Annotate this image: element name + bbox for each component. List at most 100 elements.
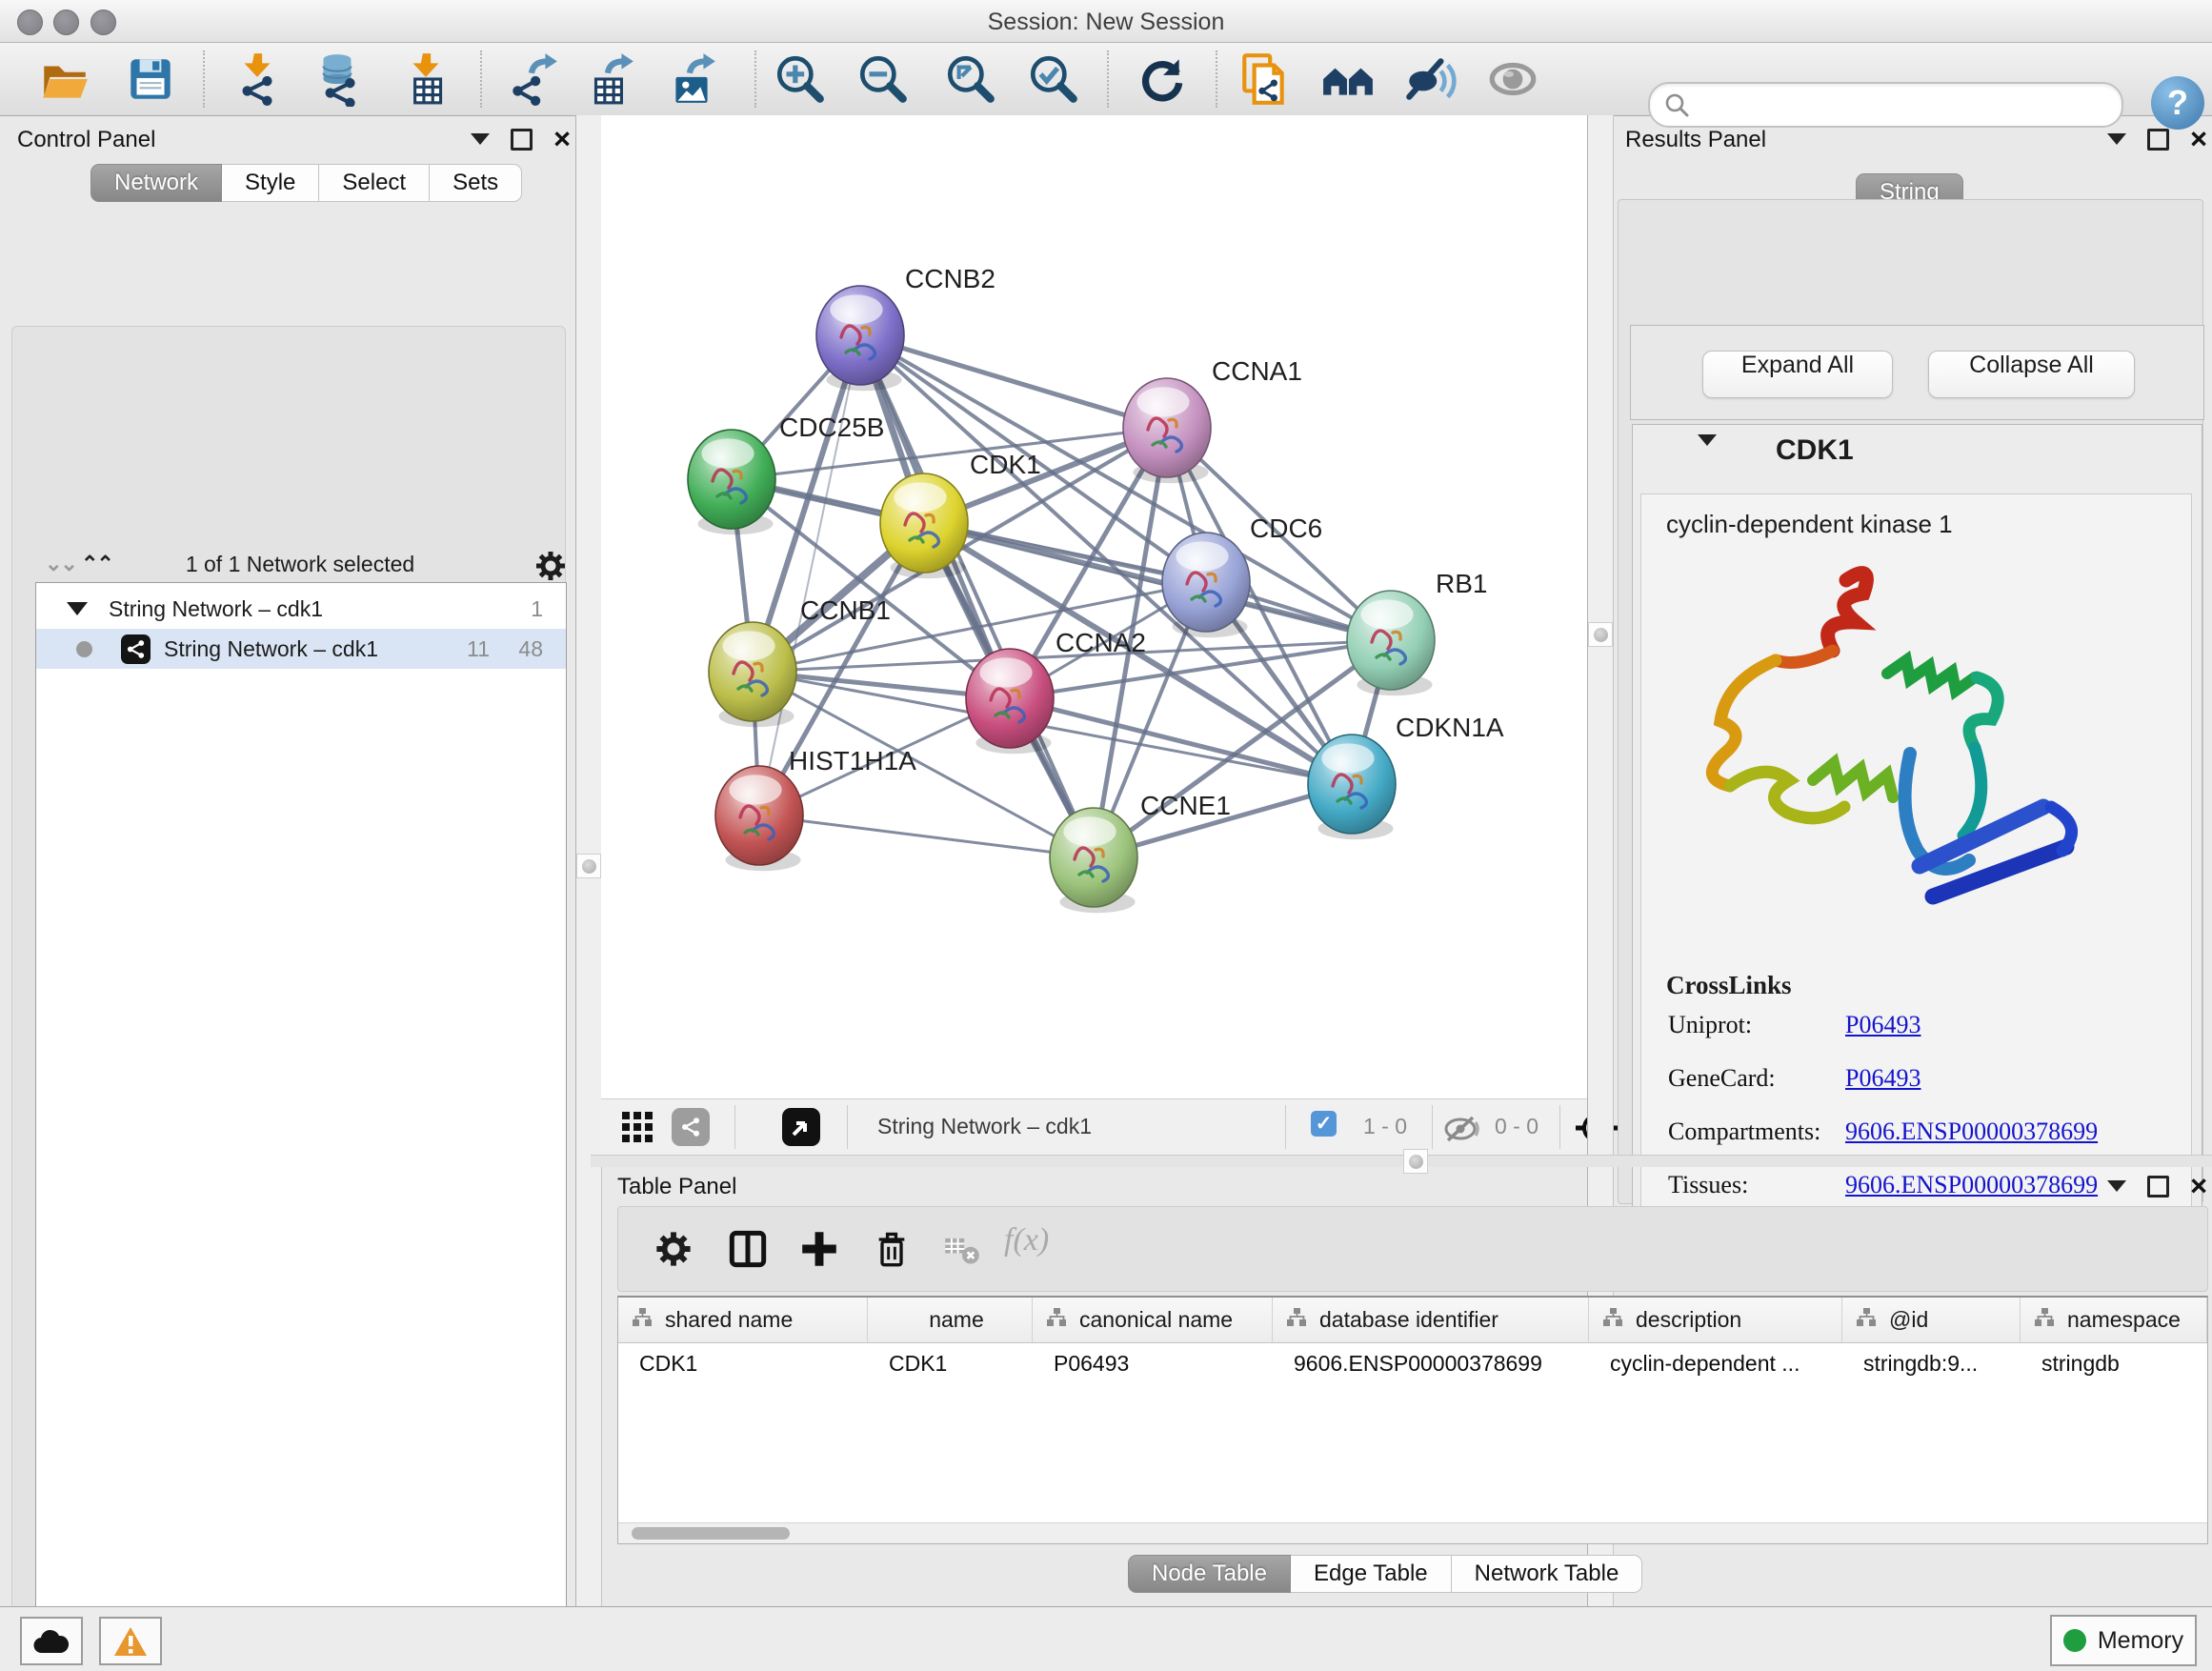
network-canvas[interactable]: CCNB2CCNA1CDC25BCDK1CDC6RB1CCNB1CCNA2CDK… (601, 115, 1587, 1099)
hide-selected-icon[interactable] (1401, 51, 1457, 107)
string-results-body: Expand All Collapse All CDK1 cyclin-depe… (1618, 199, 2203, 1204)
gene-section-expander-icon[interactable] (1698, 446, 1717, 463)
presentation-mode-icon[interactable] (1485, 51, 1540, 107)
collection-label: String Network – cdk1 (109, 596, 323, 622)
zoom-selected-icon[interactable] (1026, 51, 1081, 107)
right-splitter-handle[interactable] (1588, 622, 1613, 647)
results-panel-title: Results Panel (1625, 127, 1766, 153)
grid-view-icon[interactable] (622, 1112, 654, 1144)
add-column-icon[interactable] (800, 1230, 838, 1268)
tab-network[interactable]: Network (90, 164, 222, 202)
table-horizontal-scrollbar[interactable] (618, 1522, 2207, 1543)
cell-name[interactable]: CDK1 (868, 1342, 1033, 1384)
edge-CCNB2-CCNE1[interactable] (860, 335, 1094, 857)
shared-column-icon (1602, 1307, 1624, 1333)
control-panel-close-icon[interactable]: × (553, 130, 571, 149)
network-node-CCNE1[interactable] (1050, 808, 1137, 913)
network-node-CDKN1A[interactable] (1308, 735, 1396, 839)
collection-expander-icon[interactable] (67, 602, 88, 615)
tab-network-table[interactable]: Network Table (1452, 1555, 1643, 1593)
memory-button[interactable]: Memory (2050, 1615, 2197, 1666)
edge-CCNB2-CCNA1[interactable] (860, 335, 1167, 428)
column-header-namespace[interactable]: namespace (2021, 1298, 2207, 1342)
crosslink-link[interactable]: 9606.ENSP00000378699 (1845, 1117, 2098, 1146)
node-label-HIST1H1A: HIST1H1A (789, 746, 916, 775)
network-collection-row[interactable]: String Network – cdk1 1 (36, 589, 566, 629)
tab-select[interactable]: Select (319, 164, 430, 202)
tab-node-table[interactable]: Node Table (1128, 1555, 1291, 1593)
control-panel-float-icon[interactable] (511, 129, 533, 151)
column-header-shared-name[interactable]: shared name (618, 1298, 868, 1342)
table-options-gear-icon[interactable] (654, 1230, 693, 1268)
results-panel-close-icon[interactable]: × (2190, 130, 2207, 149)
network-node-CCNB2[interactable] (816, 286, 904, 391)
left-splitter-handle[interactable] (576, 854, 601, 878)
birds-eye-view-icon[interactable] (782, 1108, 820, 1146)
export-network-icon[interactable] (506, 51, 561, 107)
zoom-out-icon[interactable] (855, 51, 911, 107)
cloud-status-button[interactable] (20, 1617, 83, 1665)
table-header-row: shared namenamecanonical namedatabase id… (618, 1298, 2207, 1343)
selected-nodes-checkbox-icon[interactable]: ✓ (1311, 1111, 1337, 1137)
edge-CCNB2-HIST1H1A[interactable] (759, 335, 860, 815)
save-session-icon[interactable] (123, 51, 178, 107)
tab-style[interactable]: Style (222, 164, 319, 202)
network-node-CCNA1[interactable] (1123, 378, 1211, 483)
import-table-file-icon[interactable] (398, 51, 453, 107)
import-network-file-icon[interactable] (230, 51, 285, 107)
network-node-CDC25B[interactable] (688, 430, 775, 534)
warnings-button[interactable] (99, 1617, 162, 1665)
network-options-gear-icon[interactable] (534, 550, 567, 582)
network-node-CDK1[interactable] (880, 473, 968, 578)
crosslink-link[interactable]: P06493 (1845, 1011, 1920, 1039)
results-panel-float-icon[interactable] (2147, 129, 2169, 151)
edge-HIST1H1A-CCNE1[interactable] (759, 815, 1094, 857)
node-label-CDKN1A: CDKN1A (1396, 713, 1504, 742)
control-panel-collapse-icon[interactable] (471, 133, 490, 145)
cell-database-identifier[interactable]: 9606.ENSP00000378699 (1273, 1342, 1589, 1384)
gene-symbol: CDK1 (1776, 434, 1854, 467)
show-columns-icon[interactable] (729, 1230, 767, 1268)
network-row-selected[interactable]: String Network – cdk1 11 48 (36, 629, 566, 669)
collapse-all-button[interactable]: Collapse All (1928, 351, 2135, 398)
network-view-icon[interactable] (672, 1108, 710, 1146)
cytoscape-window: Session: New Session (0, 0, 2212, 1671)
table-panel-close-icon[interactable]: × (2190, 1177, 2207, 1196)
control-panel: Control Panel × NetworkStyleSelectSets ⌄… (0, 115, 575, 1606)
import-network-database-icon[interactable] (311, 51, 366, 107)
expand-all-button[interactable]: Expand All (1702, 351, 1893, 398)
table-row[interactable]: CDK1CDK1P064939606.ENSP00000378699cyclin… (618, 1342, 2207, 1384)
clone-network-icon[interactable] (1237, 51, 1292, 107)
table-panel-collapse-icon[interactable] (2107, 1180, 2126, 1192)
column-header-@id[interactable]: @id (1842, 1298, 2021, 1342)
show-all-networks-icon[interactable] (1320, 51, 1376, 107)
crosslink-link[interactable]: P06493 (1845, 1064, 1920, 1093)
network-node-HIST1H1A[interactable] (715, 766, 803, 871)
cell-canonical-name[interactable]: P06493 (1033, 1342, 1273, 1384)
tab-edge-table[interactable]: Edge Table (1291, 1555, 1452, 1593)
tab-sets[interactable]: Sets (430, 164, 522, 202)
column-header-canonical-name[interactable]: canonical name (1033, 1298, 1273, 1342)
column-header-database-identifier[interactable]: database identifier (1273, 1298, 1589, 1342)
cell-namespace[interactable]: stringdb (2021, 1342, 2207, 1384)
cell-@id[interactable]: stringdb:9... (1842, 1342, 2021, 1384)
cell-description[interactable]: cyclin-dependent ... (1589, 1342, 1842, 1384)
zoom-fit-icon[interactable] (943, 51, 998, 107)
scrollbar-thumb[interactable] (632, 1527, 790, 1540)
cell-shared-name[interactable]: CDK1 (618, 1342, 868, 1384)
table-panel-float-icon[interactable] (2147, 1176, 2169, 1198)
network-node-CCNA2[interactable] (966, 649, 1054, 754)
results-panel-collapse-icon[interactable] (2107, 133, 2126, 145)
export-table-icon[interactable] (582, 51, 637, 107)
table-panel-title: Table Panel (617, 1174, 736, 1200)
delete-column-icon[interactable] (873, 1230, 911, 1268)
open-session-icon[interactable] (37, 51, 92, 107)
export-image-icon[interactable] (664, 51, 719, 107)
string-network-icon (121, 634, 151, 664)
network-node-CCNB1[interactable] (709, 622, 796, 727)
network-node-RB1[interactable] (1347, 591, 1435, 695)
zoom-in-icon[interactable] (773, 51, 828, 107)
column-header-description[interactable]: description (1589, 1298, 1842, 1342)
column-header-name[interactable]: name (868, 1298, 1033, 1342)
refresh-icon[interactable] (1134, 51, 1189, 107)
